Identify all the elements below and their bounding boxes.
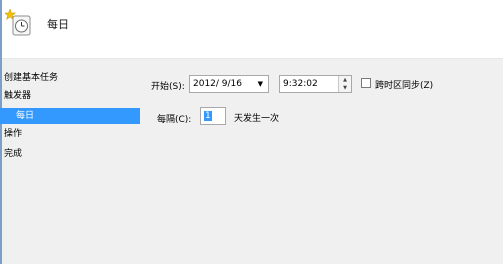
recur-label: 每隔(C): — [157, 115, 192, 125]
wizard-header: 每日 — [0, 0, 503, 58]
recur-days-input[interactable]: 1 — [200, 107, 226, 125]
recur-days-value: 1 — [204, 111, 212, 121]
sync-timezone-checkbox[interactable] — [361, 78, 371, 88]
start-date-picker[interactable]: 2012/ 9/16 ▼ — [189, 75, 269, 93]
sidebar-item-finish[interactable]: 完成 — [4, 146, 22, 162]
start-date-value: 2012/ 9/16 — [193, 79, 243, 89]
start-label: 开始(S): — [151, 82, 185, 92]
sidebar-item-trigger[interactable]: 触发器 — [4, 88, 31, 104]
page-title: 每日 — [47, 18, 69, 31]
sync-timezone-label: 跨时区同步(Z) — [375, 81, 434, 91]
start-time-spinner[interactable]: 9:32:02 ▲ ▼ — [279, 75, 352, 93]
task-scheduler-clock-icon — [3, 8, 31, 37]
dropdown-arrow-icon[interactable]: ▼ — [258, 76, 263, 92]
sidebar-item-action[interactable]: 操作 — [4, 126, 22, 142]
recur-suffix: 天发生一次 — [234, 114, 280, 124]
spinner-icon[interactable]: ▲ ▼ — [338, 76, 351, 92]
window-border — [0, 0, 2, 264]
sidebar-item-daily[interactable]: 每日 — [0, 108, 140, 124]
sidebar-item-create-basic-task[interactable]: 创建基本任务 — [4, 70, 58, 86]
start-time-value: 9:32:02 — [283, 79, 318, 89]
header-divider — [0, 58, 503, 59]
